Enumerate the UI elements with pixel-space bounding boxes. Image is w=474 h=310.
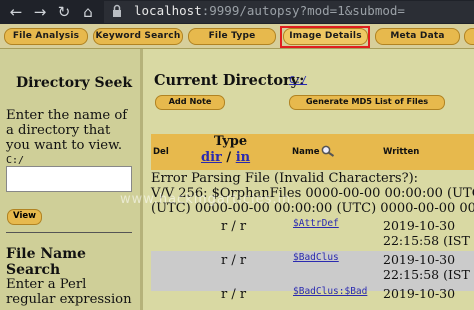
magnifier-icon[interactable] (321, 145, 335, 157)
directory-seek-title: Directory Seek (16, 75, 133, 91)
watermark: www.hackingarticles.in (120, 192, 292, 207)
row-written: 2019-10-30 (383, 286, 455, 301)
highlight-box (280, 26, 370, 48)
row-type: r / r (221, 287, 247, 302)
error-line-1: Error Parsing File (Invalid Characters?)… (151, 171, 419, 186)
directory-seek-desc-1: Enter the name of (6, 108, 128, 123)
file-name-search-desc-1: Enter a Perl (6, 277, 87, 292)
forward-button[interactable]: → (30, 2, 50, 22)
sort-in-link[interactable]: in (236, 150, 250, 165)
view-button[interactable]: View (7, 209, 42, 225)
tab-overflow[interactable] (464, 28, 474, 45)
add-note-button[interactable]: Add Note (155, 95, 225, 110)
current-directory-label: Current Directory: (154, 72, 305, 89)
table-row[interactable]: r / r $BadClus:$Bad 2019-10-30 (151, 285, 474, 310)
directory-seek-desc-3: you want to view. (6, 138, 123, 153)
browser-toolbar: ← → ↻ ⌂ localhost:9999/autopsy?mod=1&sub… (0, 0, 474, 24)
tab-file-type[interactable]: File Type (188, 28, 276, 45)
column-del: Del (153, 147, 169, 157)
row-type: r / r (221, 253, 247, 268)
url-text[interactable]: localhost:9999/autopsy?mod=1&submod= (134, 3, 405, 18)
row-time: 22:15:58 (IST (383, 267, 470, 282)
file-listing-pane: Current Directory: C:/ Add Note Generate… (143, 49, 474, 310)
column-written: Written (383, 147, 420, 157)
page-info-icon[interactable] (112, 4, 122, 18)
tab-meta-data[interactable]: Meta Data (375, 28, 460, 45)
home-button[interactable]: ⌂ (78, 2, 98, 22)
file-name-search-desc-2: regular expression (6, 292, 132, 307)
column-type: Type (214, 134, 248, 149)
row-type: r / r (221, 219, 247, 234)
mode-tab-bar: File Analysis Keyword Search File Type I… (0, 24, 474, 49)
row-date: 2019-10-30 (383, 252, 456, 267)
row-written: 2019-10-30 22:15:58 (IST (383, 218, 470, 248)
sort-separator: / (226, 150, 232, 165)
column-name[interactable]: Name (292, 147, 319, 157)
reload-button[interactable]: ↻ (54, 2, 74, 22)
url-path: :9999/autopsy?mod=1&submod= (201, 3, 405, 18)
directory-input[interactable] (6, 166, 132, 192)
row-written: 2019-10-30 22:15:58 (IST (383, 252, 470, 282)
row-time: 22:15:58 (IST (383, 233, 470, 248)
tab-keyword-search[interactable]: Keyword Search (93, 28, 183, 45)
left-sidebar: Directory Seek Enter the name of a direc… (0, 49, 143, 310)
divider (6, 232, 132, 233)
row-date: 2019-10-30 (383, 286, 456, 301)
row-name-link[interactable]: $BadClus:$Bad (293, 286, 367, 297)
url-host: localhost (134, 3, 202, 18)
row-name-link[interactable]: $BadClus (293, 252, 339, 263)
generate-md5-button[interactable]: Generate MD5 List of Files (289, 95, 445, 110)
tab-file-analysis[interactable]: File Analysis (4, 28, 88, 45)
file-name-search-title: File Name Search (6, 246, 86, 278)
directory-seek-desc-2: a directory that (6, 123, 111, 138)
back-button[interactable]: ← (6, 2, 26, 22)
row-date: 2019-10-30 (383, 218, 456, 233)
column-type-sort: dir / in (201, 150, 250, 165)
sort-dir-link[interactable]: dir (201, 150, 222, 165)
row-name-link[interactable]: $AttrDef (293, 218, 339, 229)
current-directory-link[interactable]: C:/ (289, 75, 307, 86)
